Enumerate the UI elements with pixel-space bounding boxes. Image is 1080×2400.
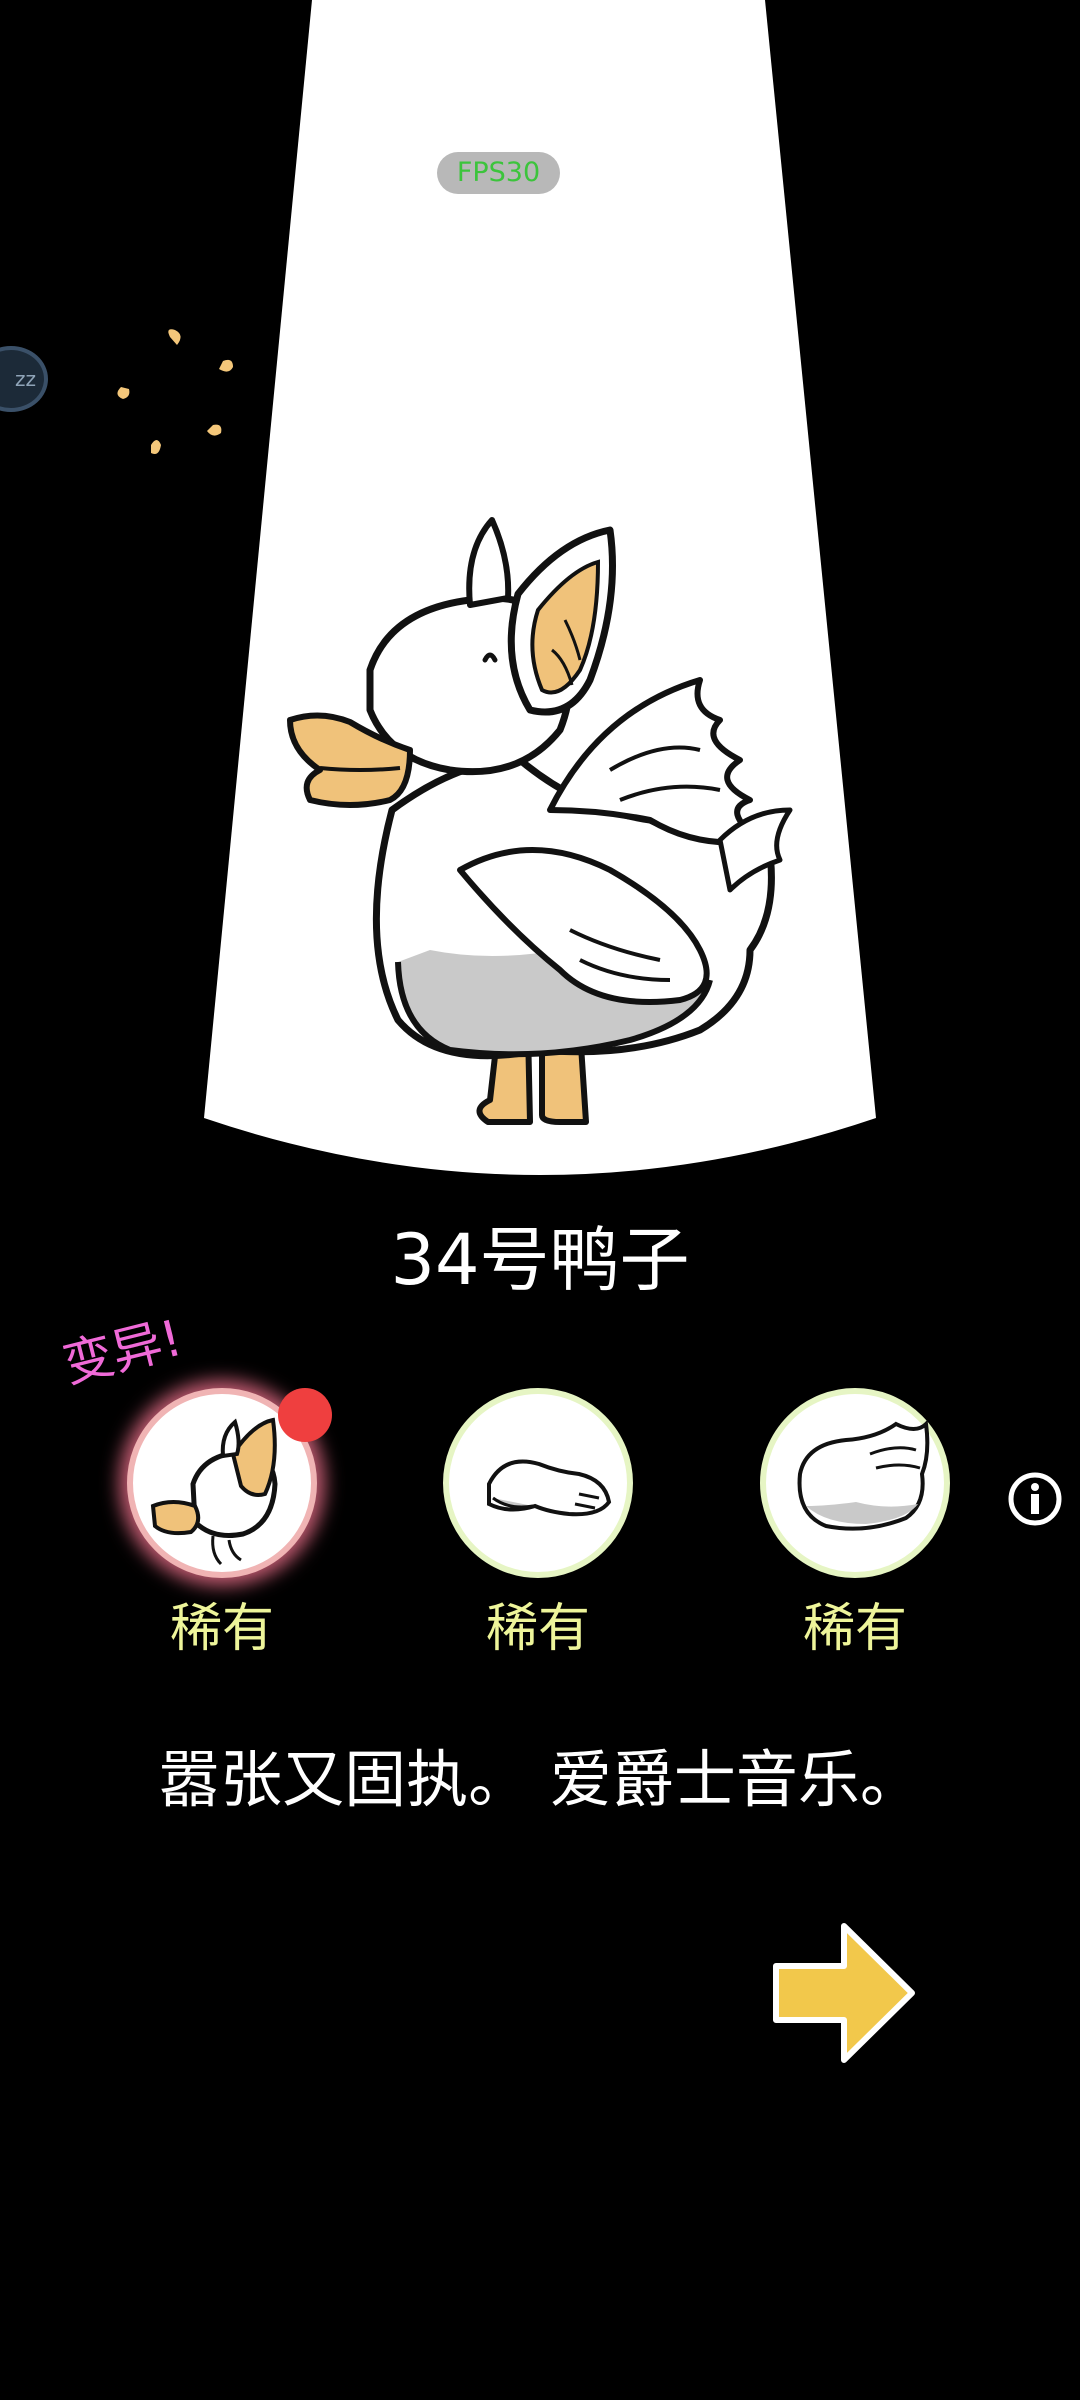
part-rarity-label: 稀有 [485, 1599, 590, 1659]
duck-illustration [287, 517, 793, 1125]
duck-wing-part-icon [487, 1459, 612, 1517]
part-rarity-label: 稀有 [802, 1599, 907, 1659]
sparkle-icon [117, 329, 233, 454]
duck-body-part-icon [797, 1419, 930, 1531]
next-arrow-icon[interactable] [770, 1918, 918, 2068]
part-slot-body[interactable] [760, 1388, 950, 1578]
duck-description: 嚣张又固执。 爱爵士音乐。 [158, 1743, 922, 1816]
part-slot-wing[interactable] [443, 1388, 633, 1578]
duck-name-title: 34号鸭子 [390, 1219, 690, 1301]
notification-dot [278, 1388, 332, 1442]
part-rarity-label: 稀有 [169, 1599, 274, 1659]
duck-reveal-screen: FPS30 zz 34号鸭子 变异! 稀有 稀有 稀有 嚣张又固执。 爱爵士音乐… [0, 0, 1080, 2400]
info-icon[interactable] [1007, 1471, 1063, 1527]
mutation-label: 变异! [57, 1308, 188, 1395]
fps-counter-badge: FPS30 [437, 152, 560, 194]
